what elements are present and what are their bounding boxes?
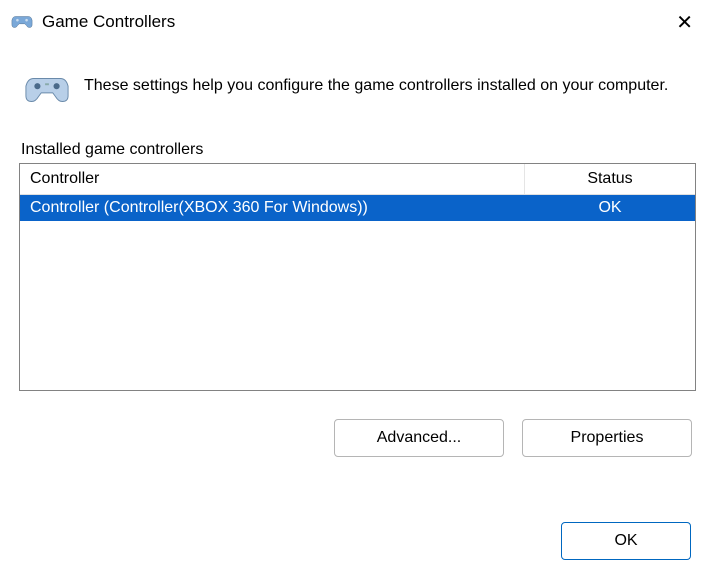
list-item[interactable]: Controller (Controller(XBOX 360 For Wind… xyxy=(20,195,695,221)
window-title: Game Controllers xyxy=(42,12,666,32)
footer: OK xyxy=(561,522,691,560)
close-icon[interactable]: ✕ xyxy=(666,6,703,39)
list-header: Controller Status xyxy=(20,164,695,195)
controller-icon xyxy=(10,12,34,32)
ok-button[interactable]: OK xyxy=(561,522,691,560)
controller-large-icon xyxy=(24,72,70,112)
titlebar: Game Controllers ✕ xyxy=(0,0,715,44)
advanced-button[interactable]: Advanced... xyxy=(334,419,504,457)
cell-controller: Controller (Controller(XBOX 360 For Wind… xyxy=(20,195,525,221)
info-row: These settings help you configure the ga… xyxy=(18,54,697,134)
controller-list[interactable]: Controller Status Controller (Controller… xyxy=(19,163,696,391)
content-area: These settings help you configure the ga… xyxy=(0,44,715,472)
column-header-status[interactable]: Status xyxy=(525,164,695,194)
properties-button[interactable]: Properties xyxy=(522,419,692,457)
info-text: These settings help you configure the ga… xyxy=(84,72,668,97)
group-button-row: Advanced... Properties xyxy=(19,419,696,457)
installed-controllers-group: Installed game controllers Controller St… xyxy=(18,140,697,458)
group-label: Installed game controllers xyxy=(19,141,205,159)
cell-status: OK xyxy=(525,195,695,221)
column-header-controller[interactable]: Controller xyxy=(20,164,525,194)
